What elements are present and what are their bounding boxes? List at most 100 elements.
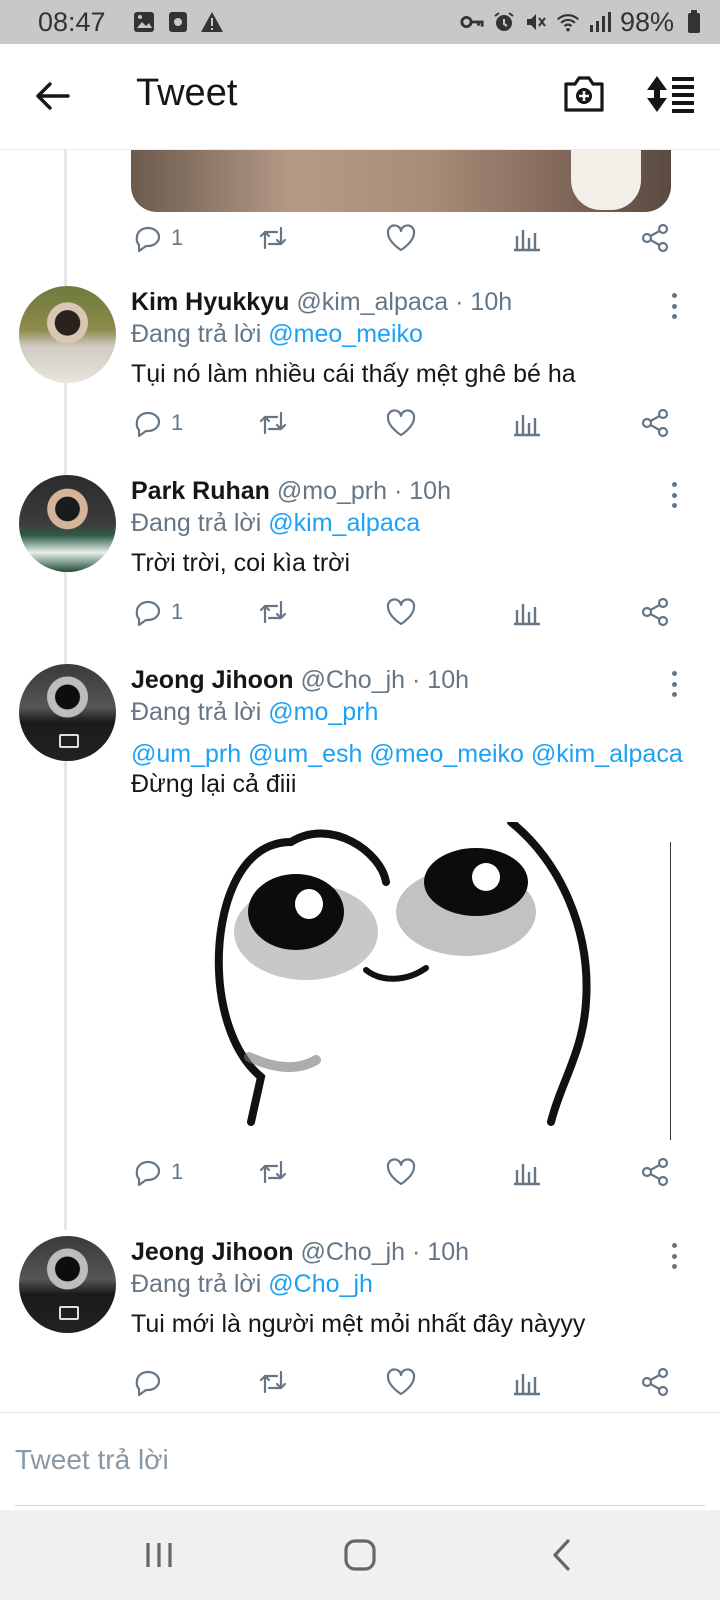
recent-apps-icon <box>146 1543 172 1567</box>
analytics-icon <box>514 230 540 252</box>
retweet-icon <box>259 1160 287 1184</box>
user-name[interactable]: Jeong Jihoon <box>131 1238 294 1266</box>
more-options-button[interactable] <box>664 290 684 322</box>
heart-icon <box>386 409 416 437</box>
more-options-button[interactable] <box>664 479 684 511</box>
recent-apps-button[interactable] <box>134 1534 184 1576</box>
avatar[interactable] <box>19 286 116 383</box>
tweet-text: Đừng lại cả điii <box>131 770 297 798</box>
mention-link[interactable]: @mo_prh <box>268 698 378 726</box>
cat-paw <box>571 150 641 210</box>
mention-list[interactable]: @um_prh @um_esh @meo_meiko @kim_alpaca <box>131 740 683 768</box>
user-handle[interactable]: @mo_prh <box>277 477 387 505</box>
like-button[interactable] <box>385 1152 417 1192</box>
back-icon <box>553 1539 570 1571</box>
heart-icon <box>386 1368 416 1396</box>
app-header: Tweet <box>0 44 720 150</box>
share-button[interactable] <box>639 403 671 443</box>
analytics-icon <box>514 1374 540 1396</box>
retweet-button[interactable] <box>257 403 289 443</box>
action-row: 1 <box>131 1152 681 1192</box>
like-button[interactable] <box>385 218 417 258</box>
home-button[interactable] <box>335 1534 385 1576</box>
reply-count: 1 <box>171 410 184 435</box>
share-icon <box>641 408 669 438</box>
reply-input[interactable] <box>15 1435 705 1485</box>
avatar[interactable] <box>19 475 116 572</box>
action-row <box>131 1362 681 1402</box>
tweet-image[interactable] <box>131 822 671 1140</box>
analytics-icon <box>514 604 540 626</box>
sort-button[interactable] <box>646 74 698 118</box>
more-dot <box>671 293 677 298</box>
share-button[interactable] <box>639 218 671 258</box>
like-button[interactable] <box>385 592 417 632</box>
user-name[interactable]: Kim Hyukkyu <box>131 288 289 316</box>
mention-link[interactable]: @kim_alpaca <box>268 509 420 537</box>
mention-link[interactable]: @meo_meiko <box>268 320 423 348</box>
more-options-button[interactable] <box>664 668 684 700</box>
more-dot <box>671 671 677 676</box>
avatar[interactable] <box>19 1236 116 1333</box>
retweet-button[interactable] <box>257 1152 289 1192</box>
analytics-button[interactable] <box>511 403 543 443</box>
more-dot <box>671 314 677 319</box>
user-handle[interactable]: @Cho_jh <box>300 666 405 694</box>
reply-count: 1 <box>171 225 184 250</box>
nav-back-button[interactable] <box>537 1534 587 1576</box>
reply-button[interactable]: 1 <box>131 403 183 443</box>
meme-face <box>214 822 591 1126</box>
user-name[interactable]: Park Ruhan <box>131 477 270 505</box>
back-button[interactable] <box>30 74 74 118</box>
share-button[interactable] <box>639 592 671 632</box>
image-icon <box>132 10 156 34</box>
share-button[interactable] <box>639 1152 671 1192</box>
retweet-button[interactable] <box>257 218 289 258</box>
status-right: 98% <box>460 7 706 38</box>
more-dot <box>671 692 677 697</box>
tweet-mentions: @um_prh @um_esh @meo_meiko @kim_alpaca <box>131 740 683 769</box>
tweet-header: Jeong Jihoon @Cho_jh · 10h <box>131 1238 469 1267</box>
avatar[interactable] <box>19 664 116 761</box>
analytics-button[interactable] <box>511 218 543 258</box>
tweet-text: Tụi nó làm nhiều cái thấy mệt ghê bé ha <box>131 360 576 388</box>
replying-label: Đang trả lời <box>131 698 262 726</box>
reply-icon <box>135 1370 161 1397</box>
share-icon <box>641 597 669 627</box>
mention-link[interactable]: @Cho_jh <box>268 1270 373 1298</box>
reply-icon <box>135 411 161 438</box>
tweet-header: Kim Hyukkyu @kim_alpaca · 10h <box>131 288 512 317</box>
share-button[interactable] <box>639 1362 671 1402</box>
more-options-button[interactable] <box>664 1240 684 1272</box>
more-dot <box>671 1243 677 1248</box>
like-button[interactable] <box>385 1362 417 1402</box>
share-icon <box>641 1157 669 1187</box>
tweet-image[interactable] <box>131 150 671 212</box>
arrow-left-icon <box>36 82 70 110</box>
reply-icon <box>135 600 161 627</box>
user-handle[interactable]: @Cho_jh <box>300 1238 405 1266</box>
more-dot <box>671 681 677 687</box>
reply-button[interactable]: 1 <box>131 1152 183 1192</box>
heart-icon <box>386 224 416 252</box>
battery-icon <box>682 10 706 34</box>
reply-button[interactable]: 1 <box>131 218 183 258</box>
share-icon <box>641 223 669 253</box>
reply-button[interactable]: 1 <box>131 592 183 632</box>
analytics-button[interactable] <box>511 1152 543 1192</box>
retweet-icon <box>259 226 287 250</box>
warning-icon <box>200 10 224 34</box>
reply-button[interactable] <box>131 1362 171 1402</box>
replying-label: Đang trả lời <box>131 1270 262 1298</box>
camera-button[interactable] <box>562 74 606 118</box>
heart-icon <box>386 1158 416 1186</box>
retweet-button[interactable] <box>257 1362 289 1402</box>
like-button[interactable] <box>385 403 417 443</box>
analytics-button[interactable] <box>511 1362 543 1402</box>
analytics-button[interactable] <box>511 592 543 632</box>
tweet-header: Jeong Jihoon @Cho_jh · 10h <box>131 666 469 695</box>
user-name[interactable]: Jeong Jihoon <box>131 666 294 694</box>
retweet-button[interactable] <box>257 592 289 632</box>
user-handle[interactable]: @kim_alpaca <box>296 288 448 316</box>
retweet-icon <box>259 1370 287 1394</box>
